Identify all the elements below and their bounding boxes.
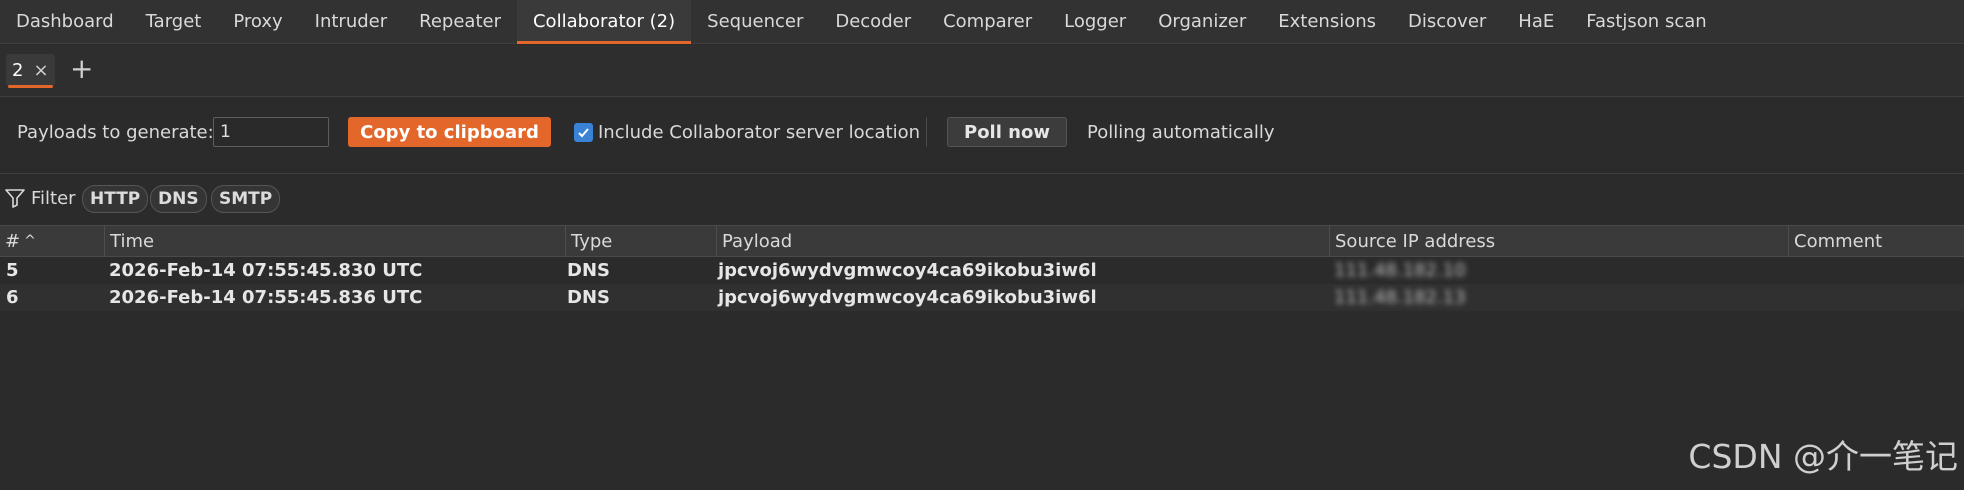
tab-discover[interactable]: Discover <box>1392 0 1502 43</box>
tab-extensions[interactable]: Extensions <box>1262 0 1392 43</box>
tab-decoder[interactable]: Decoder <box>819 0 927 43</box>
cell-comment <box>1788 257 1794 284</box>
cell-time: 2026-Feb-14 07:55:45.830 UTC <box>109 260 423 281</box>
cell-source-ip: 111.48.182.10 <box>1334 260 1466 281</box>
interactions-table-header: # ^ Time Type Payload Source IP address … <box>0 225 1964 257</box>
cell-number: 5 <box>6 260 19 281</box>
interactions-table-body: 5 2026-Feb-14 07:55:45.830 UTC DNS jpcvo… <box>0 257 1964 311</box>
column-number-label: # <box>5 230 21 252</box>
payloads-count-input[interactable] <box>213 117 329 147</box>
include-location-checkbox[interactable] <box>574 123 593 142</box>
tab-intruder[interactable]: Intruder <box>299 0 403 43</box>
poll-now-button[interactable]: Poll now <box>947 117 1067 147</box>
tab-dashboard[interactable]: Dashboard <box>0 0 130 43</box>
collaborator-controls: Payloads to generate: Copy to clipboard … <box>0 98 1964 174</box>
cell-time: 2026-Feb-14 07:55:45.836 UTC <box>109 287 423 308</box>
tab-hae[interactable]: HaE <box>1502 0 1570 43</box>
tab-fastjson-scan[interactable]: Fastjson scan <box>1570 0 1722 43</box>
sub-tab-label: 2 <box>12 59 24 81</box>
filter-chip-dns[interactable]: DNS <box>150 185 207 213</box>
tab-organizer[interactable]: Organizer <box>1142 0 1262 43</box>
column-header-comment[interactable]: Comment <box>1788 226 1964 256</box>
add-tab-icon[interactable]: + <box>70 51 93 87</box>
column-header-time[interactable]: Time <box>104 226 565 256</box>
filter-icon[interactable] <box>4 188 26 213</box>
column-header-number[interactable]: # ^ <box>0 226 104 256</box>
sort-ascending-icon: ^ <box>24 233 36 249</box>
cell-payload: jpcvoj6wydvgmwcoy4ca69ikobu3iw6l <box>718 287 1097 308</box>
include-location-label[interactable]: Include Collaborator server location <box>598 122 920 143</box>
tab-target[interactable]: Target <box>130 0 218 43</box>
table-row[interactable]: 5 2026-Feb-14 07:55:45.830 UTC DNS jpcvo… <box>0 257 1964 284</box>
column-header-payload[interactable]: Payload <box>716 226 1329 256</box>
payloads-label: Payloads to generate: <box>17 122 214 143</box>
cell-type: DNS <box>567 287 610 308</box>
table-row[interactable]: 6 2026-Feb-14 07:55:45.836 UTC DNS jpcvo… <box>0 284 1964 311</box>
watermark: CSDN @介一笔记 <box>1688 437 1958 476</box>
main-tab-bar: Dashboard Target Proxy Intruder Repeater… <box>0 0 1964 44</box>
cell-number: 6 <box>6 287 19 308</box>
column-header-type[interactable]: Type <box>565 226 716 256</box>
sub-tab-2[interactable]: 2 × <box>6 54 55 88</box>
filter-chip-http[interactable]: HTTP <box>82 185 149 213</box>
filter-label[interactable]: Filter <box>31 188 76 209</box>
close-icon[interactable]: × <box>33 60 48 81</box>
poll-status-text: Polling automatically <box>1087 122 1275 143</box>
checkmark-icon <box>578 128 589 138</box>
cell-source-ip: 111.48.182.13 <box>1334 287 1466 308</box>
collaborator-sub-tab-bar: 2 × + <box>0 45 1964 97</box>
tab-comparer[interactable]: Comparer <box>927 0 1048 43</box>
cell-type: DNS <box>567 260 610 281</box>
tab-sequencer[interactable]: Sequencer <box>691 0 819 43</box>
cell-payload: jpcvoj6wydvgmwcoy4ca69ikobu3iw6l <box>718 260 1097 281</box>
tab-collaborator[interactable]: Collaborator (2) <box>516 0 692 44</box>
tab-logger[interactable]: Logger <box>1048 0 1142 43</box>
tab-repeater[interactable]: Repeater <box>403 0 517 43</box>
column-header-source-ip[interactable]: Source IP address <box>1329 226 1788 256</box>
divider <box>926 117 927 147</box>
copy-to-clipboard-button[interactable]: Copy to clipboard <box>348 117 551 147</box>
filter-bar: Filter HTTP DNS SMTP <box>0 175 1964 224</box>
cell-comment <box>1788 284 1794 311</box>
filter-chip-smtp[interactable]: SMTP <box>211 185 281 213</box>
tab-proxy[interactable]: Proxy <box>217 0 298 43</box>
